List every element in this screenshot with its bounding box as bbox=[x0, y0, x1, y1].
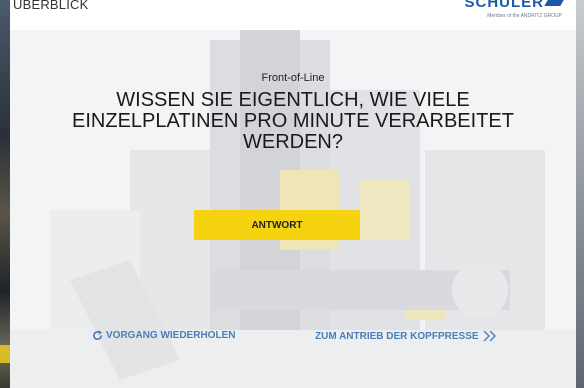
logo-swoosh-icon bbox=[544, 0, 564, 6]
next-step-label: ZUM ANTRIEB DER KOPFPRESSE bbox=[315, 330, 479, 342]
background-window-edge-left bbox=[0, 0, 10, 388]
repeat-process-label: VORGANG WIEDERHOLEN bbox=[106, 330, 236, 341]
content-panel: ÜBERBLICK SCHULER Member of the ANDRITZ … bbox=[10, 0, 576, 388]
logo-tagline: Member of the ANDRITZ GROUP bbox=[487, 13, 562, 19]
top-bar: ÜBERBLICK SCHULER Member of the ANDRITZ … bbox=[10, 0, 576, 30]
breadcrumb[interactable]: ÜBERBLICK bbox=[13, 0, 89, 12]
answer-button[interactable]: ANTWORT bbox=[194, 210, 360, 240]
quiz-question: WISSEN SIE EIGENTLICH, WIE VIELE EINZELP… bbox=[72, 89, 514, 153]
background-accent bbox=[0, 345, 10, 363]
refresh-icon bbox=[92, 330, 103, 341]
background-window-edge-right bbox=[576, 0, 584, 388]
double-chevron-right-icon bbox=[482, 330, 498, 342]
logo-wordmark: SCHULER bbox=[464, 0, 544, 11]
repeat-process-link[interactable]: VORGANG WIEDERHOLEN bbox=[92, 330, 235, 341]
brand-logo: SCHULER Member of the ANDRITZ GROUP bbox=[464, 0, 564, 19]
next-step-link[interactable]: ZUM ANTRIEB DER KOPFPRESSE bbox=[315, 330, 498, 342]
section-subtitle: Front-of-Line bbox=[261, 72, 325, 84]
